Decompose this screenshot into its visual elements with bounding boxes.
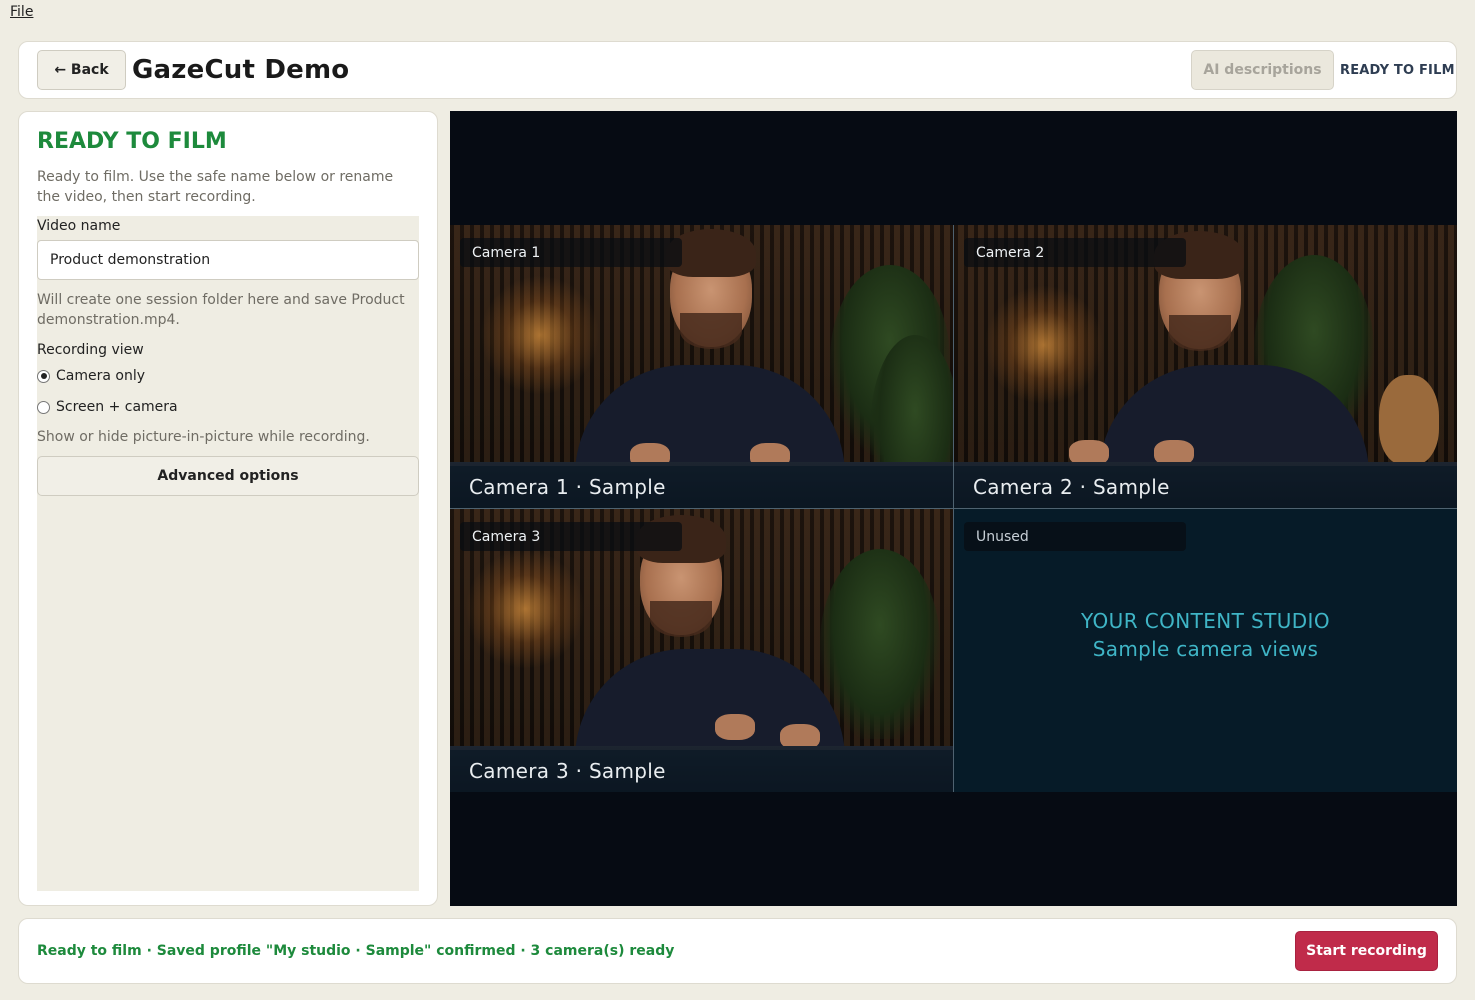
radio-indicator[interactable] xyxy=(37,400,50,414)
radio-indicator[interactable] xyxy=(37,369,50,383)
camera-tag: Unused xyxy=(964,522,1186,551)
menu-bar: File xyxy=(0,0,1475,26)
camera-caption: Camera 1 · Sample xyxy=(450,466,953,508)
video-name-input[interactable] xyxy=(37,240,419,280)
recording-view-label: Recording view xyxy=(37,342,144,358)
camera-tile-1[interactable]: Camera 1 Camera 1 · Sample xyxy=(450,225,953,508)
footer-status: Ready to film · Saved profile "My studio… xyxy=(37,943,675,959)
grid-divider-horizontal xyxy=(450,508,1457,509)
radio-label: Screen + camera xyxy=(56,399,178,415)
camera-tile-2[interactable]: Camera 2 Camera 2 · Sample xyxy=(954,225,1457,508)
page-title: GazeCut Demo xyxy=(132,55,350,85)
panel-heading: READY TO FILM xyxy=(37,129,227,154)
radio-label: Camera only xyxy=(56,368,146,384)
studio-subtitle: Sample camera views xyxy=(1092,637,1319,661)
camera-preview: Camera 1 Camera 1 · Sample Camera 2 Came… xyxy=(450,111,1457,906)
pip-hint: Show or hide picture-in-picture while re… xyxy=(37,429,370,445)
form-area: Video name Will create one session folde… xyxy=(37,216,419,891)
menu-file[interactable]: File xyxy=(10,4,33,20)
camera-tile-3[interactable]: Camera 3 Camera 3 · Sample xyxy=(450,509,953,792)
camera-grid: Camera 1 Camera 1 · Sample Camera 2 Came… xyxy=(450,225,1457,792)
start-recording-button[interactable]: Start recording xyxy=(1295,931,1438,971)
radio-screen-camera[interactable]: Screen + camera xyxy=(37,399,178,415)
setup-panel: READY TO FILM Ready to film. Use the saf… xyxy=(18,111,438,906)
footer-bar: Ready to film · Saved profile "My studio… xyxy=(18,918,1457,984)
camera-caption: Camera 2 · Sample xyxy=(954,466,1457,508)
camera-tag: Camera 3 xyxy=(460,522,682,551)
radio-camera-only[interactable]: Camera only xyxy=(37,368,145,384)
advanced-options-button[interactable]: Advanced options xyxy=(37,456,419,496)
ai-descriptions-button[interactable]: AI descriptions xyxy=(1191,50,1334,90)
panel-intro: Ready to film. Use the safe name below o… xyxy=(37,169,394,205)
header-bar: ← Back GazeCut Demo AI descriptions READ… xyxy=(18,41,1457,99)
camera-tile-unused[interactable]: Unused YOUR CONTENT STUDIO Sample camera… xyxy=(954,509,1457,792)
camera-tag: Camera 2 xyxy=(964,238,1186,267)
camera-caption: Camera 3 · Sample xyxy=(450,750,953,792)
video-name-label: Video name xyxy=(37,218,121,234)
header-status: READY TO FILM xyxy=(1340,63,1455,78)
camera-tag: Camera 1 xyxy=(460,238,682,267)
folder-hint: Will create one session folder here and … xyxy=(37,292,405,328)
studio-title: YOUR CONTENT STUDIO xyxy=(1080,609,1330,633)
back-button[interactable]: ← Back xyxy=(37,50,126,90)
